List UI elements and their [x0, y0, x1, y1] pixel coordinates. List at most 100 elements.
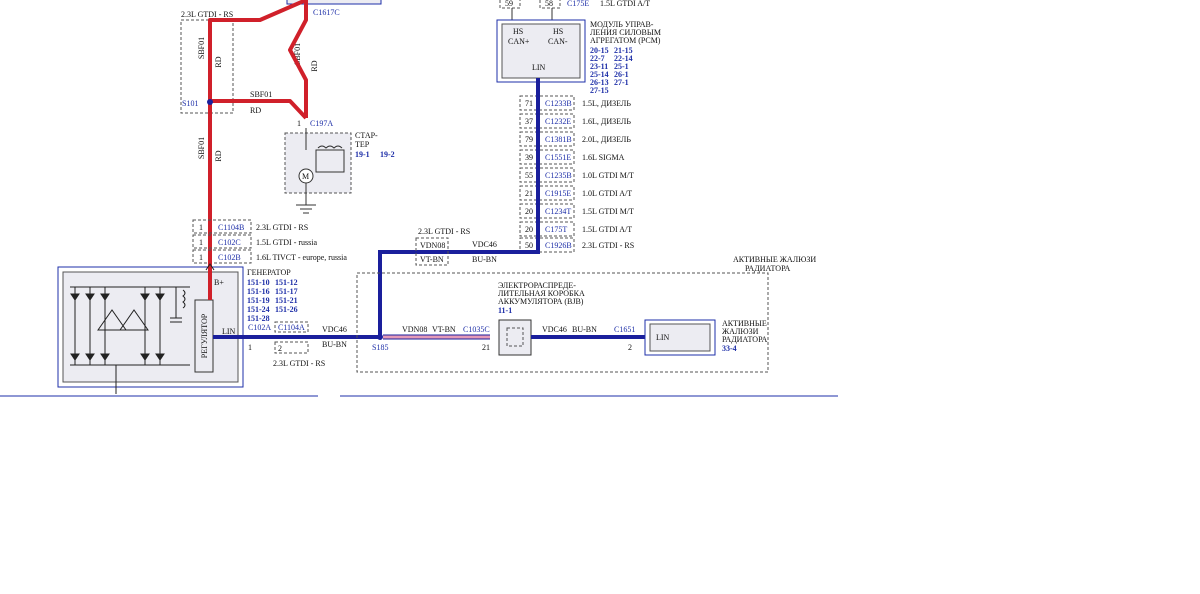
pcm-connector-pin: 55: [525, 171, 533, 180]
pcm-can-plus: CAN+: [508, 37, 530, 46]
vdn-bu-bn: BU-BN: [472, 255, 497, 264]
shutter-pin-2: 2: [628, 343, 632, 352]
regulator-label: РЕГУЛЯТОР: [200, 313, 209, 358]
generator-ref: 151-28: [247, 314, 270, 323]
connector-c102a: C102A: [248, 323, 271, 332]
connector-c1651: C1651: [614, 325, 635, 334]
pcm-connector-row: 39 C1551E 1.6L SIGMA: [519, 149, 625, 165]
alt-connector-pin: 1: [199, 238, 203, 247]
splice-s101: S101: [182, 99, 198, 108]
pcm-lin: LIN: [532, 63, 546, 72]
pin-58: 58: [545, 0, 553, 8]
generator-ref: 151-10: [247, 278, 270, 287]
bjb-label-3: АККУМУЛЯТОРА (BJB): [498, 297, 584, 306]
wire-label-sbf01-left: SBF01: [197, 37, 206, 59]
connector-c1617c: C1617C: [313, 8, 340, 17]
bjb-ref: 11-1: [498, 306, 512, 315]
vdn-vt-bn: VT-BN: [420, 255, 444, 264]
pcm-refs: 20-15 21-15 22-7 22-14 23-11 25-1 25-14 …: [590, 46, 633, 95]
wire-label-rd-horiz: RD: [250, 106, 261, 115]
pcm-connector-id: C1233B: [545, 99, 572, 108]
pcm-connector-label: 1.0L GTDI A/T: [582, 189, 632, 198]
generator-ref: 151-24: [247, 305, 270, 314]
starter: 1 C197A M СТАР- ТЕР 19-1 19-2: [284, 119, 395, 214]
bjb-box: [498, 319, 532, 356]
alt-connector-label: 1.5L GTDI - russia: [256, 238, 317, 247]
generator-lin: LIN: [222, 327, 236, 336]
alt-connector-id: C102C: [218, 238, 241, 247]
pcm-connector-id: C1381B: [545, 135, 572, 144]
shutter-vdn08: VDN08: [402, 325, 427, 334]
red-wire-main: [208, 0, 308, 258]
pcm-title-3: АГРЕГАТОМ (PCM): [590, 36, 661, 45]
pcm-connector-id: C1551E: [545, 153, 571, 162]
connector-c175e-top: C175E: [567, 0, 589, 8]
starter-ref-1: 19-1: [355, 150, 370, 159]
pcm-hs-2: HS: [553, 27, 563, 36]
splice-dot-s101: [207, 99, 213, 105]
shutter-title-2: РАДИАТОРА: [745, 264, 790, 273]
shutter-vdc46: VDC46: [542, 325, 567, 334]
pcm-connector-label: 2.0L, ДИЗЕЛЬ: [582, 135, 631, 144]
pcm-connector-label: 1.5L, ДИЗЕЛЬ: [582, 99, 631, 108]
pcm-module: HS CAN+ HS CAN- LIN МОДУЛЬ УПРАВ- ЛЕНИЯ …: [496, 19, 661, 95]
lin-vdc46: VDC46: [322, 325, 347, 334]
pcm-connector-pin: 39: [525, 153, 533, 162]
pcm-connector-id: C1926B: [545, 241, 572, 250]
alt-connector-id: C1104B: [218, 223, 244, 232]
wiring-diagram: C1617C 59 58 C175E 1.5L GTDI A/T 2.3L GT…: [0, 0, 838, 397]
lin-variant: 2.3L GTDI - RS: [273, 359, 325, 368]
lin-pin-2: 2: [278, 344, 282, 353]
pcm-connector-id: C1232E: [545, 117, 571, 126]
engine-variant-top: 1.5L GTDI A/T: [600, 0, 650, 8]
alt-connector-id: C102B: [218, 253, 241, 262]
pcm-connector-pin: 37: [525, 117, 533, 126]
shutter-group: АКТИВНЫЕ ЖАЛЮЗИ РАДИАТОРА VDN08 VT-BN C1…: [356, 255, 816, 373]
grille-lin: LIN: [656, 333, 670, 342]
pcm-connector-label: 1.6L, ДИЗЕЛЬ: [582, 117, 631, 126]
top-fragment: C1617C 59 58 C175E 1.5L GTDI A/T: [286, 0, 650, 22]
generator-ref: 151-12: [275, 278, 298, 287]
wire-label-rd-low: RD: [214, 150, 223, 161]
vdn-variant: 2.3L GTDI - RS: [418, 227, 470, 236]
pin-59: 59: [505, 0, 513, 8]
grille-ref: 33-4: [722, 344, 737, 353]
splice-s185: S185: [372, 343, 388, 352]
generator-bplus: B+: [214, 278, 224, 287]
generator-ref: 151-19: [247, 296, 270, 305]
vdn-vdc46: VDC46: [472, 240, 497, 249]
pcm-connector-pin: 50: [525, 241, 533, 250]
starter-ref-2: 19-2: [380, 150, 395, 159]
ground-icon: [296, 204, 316, 214]
red-wires: [208, 0, 308, 258]
starter-connector: C197A: [310, 119, 333, 128]
starter-label-2: ТЕР: [355, 140, 370, 149]
wire-label-sbf01-horiz: SBF01: [250, 90, 272, 99]
alternator-connector-stack: 1 C1104B 2.3L GTDI - RS 1 C102C 1.5L GTD…: [192, 219, 347, 264]
shutter-pin-21: 21: [482, 343, 490, 352]
generator-refs: 151-10 151-12 151-16 151-17 151-19 151-2…: [247, 278, 298, 323]
alt-connector-row: 1 C102B 1.6L TIVCT - europe, russia: [192, 249, 347, 264]
alt-connector-pin: 1: [199, 253, 203, 262]
pcm-connector-label: 1.6L SIGMA: [582, 153, 625, 162]
vdn-vdn08: VDN08: [420, 241, 445, 250]
pcm-connector-pin: 21: [525, 189, 533, 198]
pcm-connector-id: C1234T: [545, 207, 571, 216]
wire-label-rd-left: RD: [214, 56, 223, 67]
wire-label-sbf01-low: SBF01: [197, 137, 206, 159]
pcm-ref: 27-15: [590, 86, 609, 95]
starter-pin: 1: [297, 119, 301, 128]
wire-label-rd-mid: RD: [310, 60, 319, 71]
pcm-can-minus: CAN-: [548, 37, 568, 46]
shutter-title-1: АКТИВНЫЕ ЖАЛЮЗИ: [733, 255, 816, 264]
pcm-connector-pin: 79: [525, 135, 533, 144]
lin-bu-bn: BU-BN: [322, 340, 347, 349]
generator-ref: 151-21: [275, 296, 298, 305]
pcm-connector-id: C1915E: [545, 189, 571, 198]
svg-text:M: M: [302, 172, 309, 181]
generator-ref: 151-17: [275, 287, 298, 296]
pcm-connector-pin: 71: [525, 99, 533, 108]
pcm-connector-id: C175T: [545, 225, 567, 234]
pcm-connector-label: 2.3L GTDI - RS: [582, 241, 634, 250]
starter-box: [284, 132, 352, 194]
